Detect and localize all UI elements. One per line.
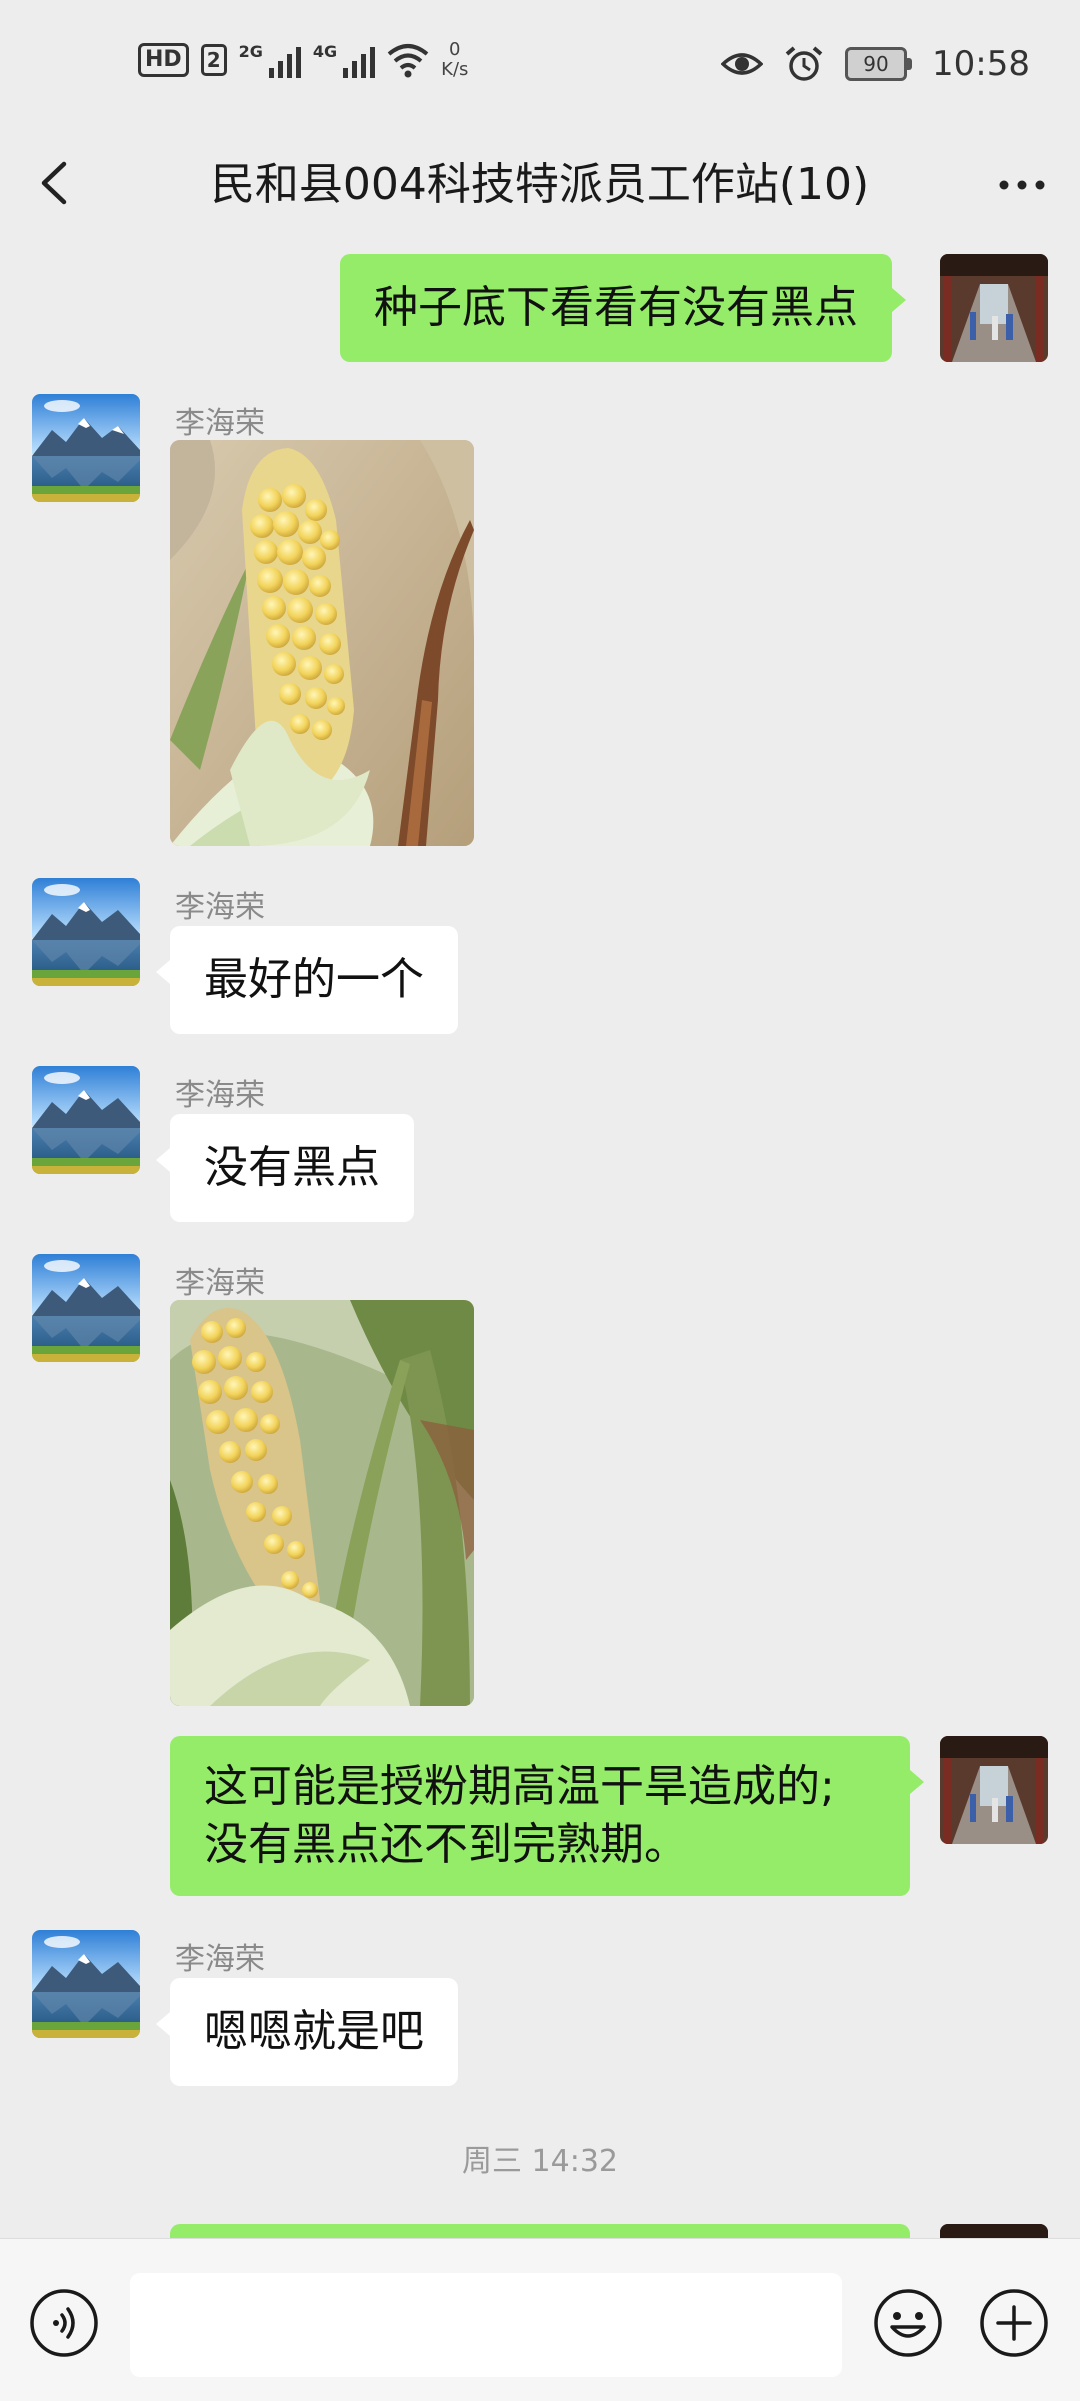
- chat-title: 民和县004科技特派员工作站(10): [210, 159, 870, 210]
- message-bubble[interactable]: 嗯嗯就是吧: [156, 1978, 458, 2086]
- avatar[interactable]: [32, 1066, 140, 1174]
- message-input[interactable]: [130, 2273, 842, 2377]
- battery-level: 90: [845, 47, 908, 81]
- signal-icon: 4G: [312, 42, 376, 78]
- input-bar: [0, 2238, 1080, 2401]
- chat-header: 民和县004科技特派员工作站(10): [0, 130, 1080, 240]
- message-text-line: 这可能是授粉期高温干旱造成的;: [204, 1761, 835, 1812]
- time-divider: 周三 14:32: [462, 2144, 618, 2179]
- sender-name: 李海荣: [175, 406, 265, 441]
- network-type-label: 4G: [312, 42, 338, 61]
- avatar[interactable]: [940, 254, 1048, 362]
- sender-name: 李海荣: [175, 1942, 265, 1977]
- wifi-icon: [387, 44, 429, 78]
- sender-name: 李海荣: [175, 1266, 265, 1301]
- speed-unit: K/s: [441, 59, 469, 80]
- network-speed: 0 K/s: [441, 40, 468, 80]
- message-bubble[interactable]: 种子底下看看有没有黑点: [340, 254, 906, 362]
- message-bubble[interactable]: [170, 2224, 910, 2238]
- message-list[interactable]: 种子底下看看有没有黑点 李海荣 李海荣 最好的一个 李海荣 没有黑点 李海荣 这…: [0, 240, 1080, 2238]
- status-bar: HD 2 2G 4G 0 K/s 90 10:58: [0, 0, 1080, 130]
- avatar[interactable]: [940, 2224, 1048, 2238]
- hd-badge: HD: [138, 43, 189, 77]
- chevron-left-icon[interactable]: [28, 152, 80, 214]
- sender-name: 李海荣: [175, 1078, 265, 1113]
- sender-name: 李海荣: [175, 890, 265, 925]
- voice-icon[interactable]: [28, 2287, 100, 2359]
- status-time: 10:58: [932, 44, 1030, 84]
- message-text: 种子底下看看有没有黑点: [374, 282, 858, 333]
- avatar[interactable]: [32, 1254, 140, 1362]
- message-text: 嗯嗯就是吧: [204, 2006, 424, 2057]
- plus-icon[interactable]: [978, 2287, 1050, 2359]
- message-image[interactable]: [170, 1300, 474, 1706]
- more-dots-icon[interactable]: [992, 160, 1052, 210]
- avatar[interactable]: [32, 394, 140, 502]
- network-type-label: 2G: [238, 42, 263, 61]
- message-text-line: 没有黑点还不到完熟期。: [204, 1819, 688, 1870]
- avatar[interactable]: [32, 1930, 140, 2038]
- emoji-icon[interactable]: [872, 2287, 944, 2359]
- message-bubble[interactable]: 没有黑点: [156, 1114, 414, 1222]
- avatar[interactable]: [940, 1736, 1048, 1844]
- message-image[interactable]: [170, 440, 474, 846]
- message-bubble[interactable]: 这可能是授粉期高温干旱造成的; 没有黑点还不到完熟期。: [170, 1736, 924, 1896]
- sim-badge: 2: [200, 44, 227, 76]
- message-text: 没有黑点: [204, 1142, 380, 1193]
- speed-value: 0: [449, 39, 461, 60]
- message-bubble[interactable]: 最好的一个: [156, 926, 458, 1034]
- battery-icon: 90: [845, 47, 913, 81]
- avatar[interactable]: [32, 878, 140, 986]
- message-text: 最好的一个: [204, 954, 424, 1005]
- signal-icon: 2G: [239, 42, 301, 78]
- eye-comfort-icon: [721, 53, 764, 75]
- alarm-icon: [785, 46, 823, 81]
